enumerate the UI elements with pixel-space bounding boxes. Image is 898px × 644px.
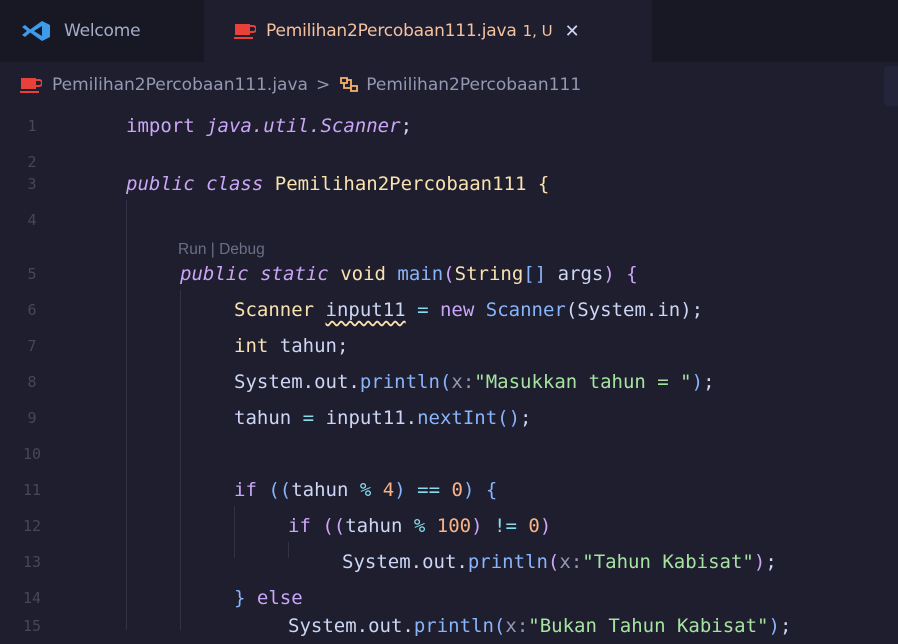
line-number: 11 xyxy=(22,481,42,499)
line-number: 12 xyxy=(22,517,42,535)
line-number: 6 xyxy=(27,301,37,319)
code-text: public static void main(String[] args) { xyxy=(180,263,638,285)
code-text: Scanner input11 = new Scanner(System.in)… xyxy=(234,299,704,321)
java-cup-icon xyxy=(234,20,256,42)
line-number: 14 xyxy=(22,589,42,607)
java-cup-icon xyxy=(20,74,42,96)
code-line: 12 if ((tahun % 100) != 0) xyxy=(0,508,898,544)
code-line: 10 xyxy=(0,436,898,472)
tab-welcome-label: Welcome xyxy=(64,21,141,41)
code-text: if ((tahun % 4) == 0) { xyxy=(234,479,498,501)
code-text: System.out.println(x:"Bukan Tahun Kabisa… xyxy=(288,615,792,637)
code-line: 7 int tahun; xyxy=(0,328,898,364)
class-symbol-icon xyxy=(338,74,360,96)
code-text: tahun = input11.nextInt(); xyxy=(234,407,532,429)
tab-status-badge: 1, U xyxy=(522,22,553,40)
code-text: import java.util.Scanner; xyxy=(126,115,413,137)
code-text: System.out.println(x:"Tahun Kabisat"); xyxy=(342,551,777,573)
code-line: 11 if ((tahun % 4) == 0) { xyxy=(0,472,898,508)
code-text: int tahun; xyxy=(234,335,349,357)
line-number: 15 xyxy=(22,617,42,635)
line-number: 1 xyxy=(27,117,37,135)
code-line: 5 public static void main(String[] args)… xyxy=(0,256,898,292)
line-number: 10 xyxy=(22,445,42,463)
line-number: 8 xyxy=(27,373,37,391)
line-number: 13 xyxy=(22,553,42,571)
code-line: 6 Scanner input11 = new Scanner(System.i… xyxy=(0,292,898,328)
code-line: 15 System.out.println(x:"Bukan Tahun Kab… xyxy=(0,608,898,644)
tab-java-file[interactable]: Pemilihan2Percobaan111.java 1, U ✕ xyxy=(204,0,652,62)
breadcrumb-separator: > xyxy=(315,75,331,95)
code-text: if ((tahun % 100) != 0) xyxy=(288,515,552,537)
breadcrumb-symbol[interactable]: Pemilihan2Percobaan111 xyxy=(366,75,581,95)
close-icon[interactable]: ✕ xyxy=(565,21,580,42)
scrollbar[interactable] xyxy=(884,66,898,106)
line-number: 5 xyxy=(27,265,37,283)
tab-welcome[interactable]: Welcome xyxy=(0,0,204,62)
line-number: 7 xyxy=(27,337,37,355)
tab-java-file-label: Pemilihan2Percobaan111.java xyxy=(266,21,517,41)
code-line: 9 tahun = input11.nextInt(); xyxy=(0,400,898,436)
line-number: 3 xyxy=(27,175,37,193)
code-text: System.out.println(x:"Masukkan tahun = "… xyxy=(234,371,715,393)
breadcrumb: Pemilihan2Percobaan111.java > Pemilihan2… xyxy=(0,62,898,108)
code-text: public class Pemilihan2Percobaan111 { xyxy=(126,173,550,195)
code-editor[interactable]: 1 import java.util.Scanner; 2 3 public c… xyxy=(0,108,898,637)
code-line: 8 System.out.println(x:"Masukkan tahun =… xyxy=(0,364,898,400)
code-text: } else xyxy=(234,587,303,609)
vscode-icon xyxy=(20,20,54,42)
tab-bar: Welcome Pemilihan2Percobaan111.java 1, U… xyxy=(0,0,898,62)
code-line: 4 xyxy=(0,202,898,238)
code-line: 3 public class Pemilihan2Percobaan111 { xyxy=(0,166,898,202)
line-number: 9 xyxy=(27,409,37,427)
line-number: 4 xyxy=(27,211,37,229)
code-line: 1 import java.util.Scanner; xyxy=(0,108,898,144)
breadcrumb-file[interactable]: Pemilihan2Percobaan111.java xyxy=(52,75,308,95)
code-line: 13 System.out.println(x:"Tahun Kabisat")… xyxy=(0,544,898,580)
